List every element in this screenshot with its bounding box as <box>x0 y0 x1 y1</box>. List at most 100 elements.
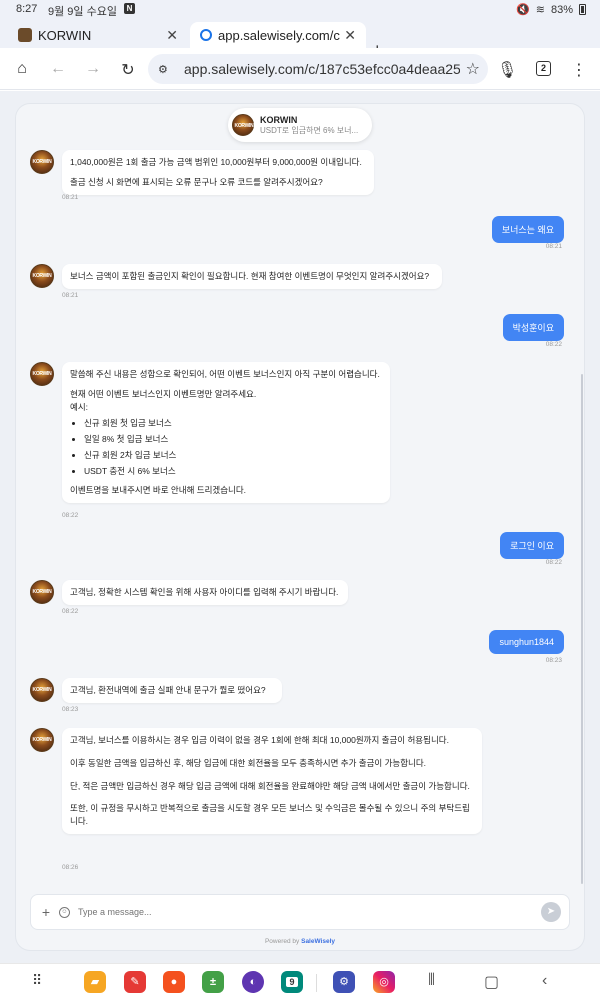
url-text[interactable]: app.salewisely.com/c/187c53efcc0a4deaa25… <box>184 61 460 77</box>
message-time: 08:22 <box>62 608 79 615</box>
emoji-icon[interactable]: ☺ <box>59 906 70 918</box>
attach-plus-icon[interactable]: + <box>39 904 53 920</box>
message-text: 예시: <box>70 401 89 412</box>
bonus-list: 신규 회원 첫 입금 보너스 일일 8% 첫 입금 보너스 신규 회원 2차 입… <box>84 417 382 477</box>
battery-icon <box>579 4 586 15</box>
chat-subtitle: USDT로 입금하면 6% 보너... <box>260 125 359 135</box>
send-icon[interactable]: ➤ <box>541 902 561 922</box>
back-button-icon[interactable]: ‹ <box>542 972 547 990</box>
bot-avatar <box>30 580 54 604</box>
message-time: 08:21 <box>62 292 79 299</box>
files-app-icon[interactable]: ▰ <box>84 971 106 993</box>
user-bubble: 박성훈이요 <box>502 314 564 341</box>
home-icon[interactable]: ⌂ <box>12 60 32 78</box>
bot-avatar <box>30 728 54 752</box>
status-time: 8:27 <box>16 3 38 15</box>
bot-bubble: 보너스 금액이 포함된 출금인지 확인이 필요합니다. 현재 참여한 이벤트명이… <box>62 264 442 289</box>
message-time: 08:23 <box>545 657 562 664</box>
close-tab-icon[interactable]: ✕ <box>344 27 356 44</box>
message-text: 고객님, 보너스를 이용하시는 경우 입금 이력이 없을 경우 1회에 한해 최… <box>70 735 449 745</box>
message-time: 08:22 <box>545 559 562 566</box>
bot-bubble: 고객님, 보너스를 이용하시는 경우 입금 이력이 없을 경우 1회에 한해 최… <box>62 728 482 834</box>
message-text: 고객님, 환전내역에 출금 실패 안내 문구가 뭘로 떴어요? <box>70 685 266 695</box>
tab-salewisely[interactable]: app.salewisely.com/c/187c ✕ <box>190 22 366 48</box>
reload-icon[interactable]: ↻ <box>118 60 138 80</box>
notes-app-icon[interactable]: ✎ <box>124 971 146 993</box>
bookmark-star-icon[interactable]: ☆ <box>466 59 480 79</box>
message-input[interactable] <box>78 907 541 917</box>
site-settings-icon[interactable]: ⚙ <box>158 63 172 76</box>
instagram-app-icon[interactable]: ◎ <box>373 971 395 993</box>
bot-avatar <box>30 678 54 702</box>
message-time: 08:23 <box>62 706 79 713</box>
browser-toolbar: ⌂ ← → ↻ ⚙ app.salewisely.com/c/187c53efc… <box>0 48 600 90</box>
more-menu-icon[interactable]: ⋮ <box>569 60 589 80</box>
settings-app-icon[interactable]: ⚙ <box>333 971 355 993</box>
close-tab-icon[interactable]: ✕ <box>166 27 178 44</box>
message-text: 또한, 이 규정을 무시하고 반복적으로 출금을 시도할 경우 모든 보너스 및… <box>70 803 470 826</box>
bot-bubble: 말씀해 주신 내용은 성함으로 확인되어, 어떤 이벤트 보너스인지 아직 구분… <box>62 362 390 503</box>
message-scrollbar[interactable] <box>581 374 583 884</box>
chat-header[interactable]: KORWIN USDT로 입금하면 6% 보너... <box>228 108 372 142</box>
home-button-icon[interactable]: ▢ <box>484 972 499 992</box>
message-text: 말씀해 주신 내용은 성함으로 확인되어, 어떤 이벤트 보너스인지 아직 구분… <box>70 369 380 379</box>
powered-by-prefix: Powered by <box>264 938 300 945</box>
powered-by-brand[interactable]: SaleWisely <box>301 938 335 945</box>
tab-strip: KORWIN ✕ app.salewisely.com/c/187c ✕ + <box>0 18 600 60</box>
app-drawer-grid-icon[interactable]: ⠿ <box>32 972 42 989</box>
contacts-app-icon[interactable]: ● <box>163 971 185 993</box>
message-text: 단, 적은 금액만 입금하신 경우 해당 입금 금액에 대해 회전율을 완료해야… <box>70 780 470 791</box>
tab-switcher-button[interactable]: 2 <box>536 61 551 76</box>
message-text: 고객님, 정확한 시스템 확인을 위해 사용자 아이디를 입력해 주시기 바랍니… <box>70 587 339 597</box>
chat-panel: KORWIN USDT로 입금하면 6% 보너... 1,040,000원은 1… <box>16 104 584 950</box>
message-composer: + ☺ ➤ <box>30 894 570 930</box>
message-list[interactable]: 1,040,000원은 1회 출금 가능 금액 범위인 10,000원부터 9,… <box>16 104 584 884</box>
message-time: 08:21 <box>62 194 79 201</box>
korwin-favicon-icon <box>18 28 32 42</box>
user-bubble: sunghun1844 <box>489 630 564 654</box>
calculator-app-icon[interactable]: ± <box>202 971 224 993</box>
tab-label: app.salewisely.com/c/187c <box>218 27 340 43</box>
message-time: 08:21 <box>545 243 562 250</box>
message-time: 08:22 <box>545 341 562 348</box>
list-item: 일일 8% 첫 입금 보너스 <box>84 433 382 446</box>
bot-avatar <box>30 362 54 386</box>
calendar-app-icon[interactable]: 9 <box>281 971 303 993</box>
back-arrow-icon[interactable]: ← <box>48 60 68 78</box>
mute-icon: 🔇 <box>516 4 530 16</box>
message-text: 출금 신청 시 화면에 표시되는 오류 문구나 오류 코드를 알려주시겠어요? <box>70 176 323 187</box>
salewisely-favicon-icon <box>200 29 212 41</box>
tab-label: KORWIN <box>38 27 92 43</box>
nav-divider <box>316 974 317 992</box>
wifi-icon: ≋ <box>535 4 545 16</box>
list-item: USDT 충전 시 6% 보너스 <box>84 465 382 478</box>
message-text: 이후 동일한 금액을 입금하신 후, 해당 입금에 대한 회전율을 모두 충족하… <box>70 757 427 768</box>
bot-avatar <box>30 150 54 174</box>
tab-korwin[interactable]: KORWIN ✕ <box>8 22 188 48</box>
user-bubble: 로그인 이요 <box>500 532 564 559</box>
message-text: 현재 어떤 이벤트 보너스인지 이벤트명만 알려주세요. <box>70 388 257 399</box>
korwin-avatar <box>232 114 256 136</box>
status-right: 🔇 ≋ 83% <box>516 3 586 16</box>
message-text: 이벤트명을 보내주시면 바로 안내해 드리겠습니다. <box>70 485 247 496</box>
address-bar[interactable]: ⚙ app.salewisely.com/c/187c53efcc0a4deaa… <box>148 54 488 84</box>
powered-by: Powered by SaleWisely <box>16 938 584 945</box>
calendar-day: 9 <box>286 977 298 987</box>
notification-badge-icon: N <box>124 3 135 14</box>
list-item: 신규 회원 첫 입금 보너스 <box>84 417 382 430</box>
microphone-icon[interactable]: 🎙 <box>497 60 517 80</box>
forward-arrow-icon[interactable]: → <box>83 60 103 78</box>
message-time: 08:22 <box>62 512 79 519</box>
recents-icon[interactable]: ⦀ <box>428 972 435 990</box>
status-date: 9월 9일 수요일 <box>48 6 117 18</box>
internet-app-icon[interactable]: ◐ <box>242 971 264 993</box>
message-text: 1,040,000원은 1회 출금 가능 금액 범위인 10,000원부터 9,… <box>70 157 362 167</box>
user-bubble: 보너스는 왜요 <box>491 216 564 243</box>
list-item: 신규 회원 2차 입금 보너스 <box>84 449 382 462</box>
battery-percent: 83% <box>550 3 573 16</box>
message-text: 보너스 금액이 포함된 출금인지 확인이 필요합니다. 현재 참여한 이벤트명이… <box>70 271 430 281</box>
bot-bubble: 1,040,000원은 1회 출금 가능 금액 범위인 10,000원부터 9,… <box>62 150 374 195</box>
message-time: 08:26 <box>62 864 79 871</box>
chat-agent-name: KORWIN <box>260 114 298 125</box>
bot-bubble: 고객님, 정확한 시스템 확인을 위해 사용자 아이디를 입력해 주시기 바랍니… <box>62 580 348 605</box>
